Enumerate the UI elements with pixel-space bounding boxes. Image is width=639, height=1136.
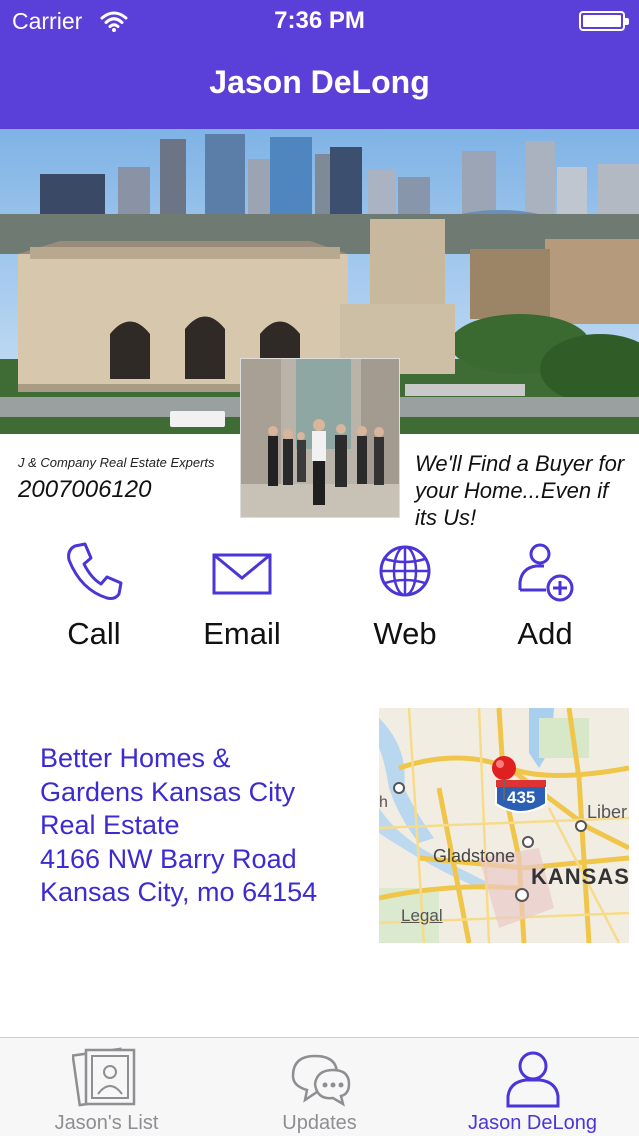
navigation-header: Carrier 7:36 PM Jason DeLong xyxy=(0,0,639,129)
map-label-h: h xyxy=(379,794,388,811)
email-button[interactable]: Email xyxy=(172,538,312,668)
address-line: Kansas City, mo 64154 xyxy=(40,877,318,907)
tab-label: Jason DeLong xyxy=(468,1112,597,1134)
clock-label: 7:36 PM xyxy=(274,7,365,34)
slogan-text: We'll Find a Buyer for your Home...Even … xyxy=(415,451,625,530)
location-map[interactable]: 435 h Liber Gladstone KANSAS Legal xyxy=(379,708,629,943)
address-line: Gardens Kansas City xyxy=(40,776,296,807)
action-row: Call Email Web Add xyxy=(0,538,639,668)
address-line: Better Homes & xyxy=(40,743,231,773)
tab-label: Jason's List xyxy=(54,1112,159,1134)
chat-bubbles-icon xyxy=(291,1054,350,1107)
address-line: 4166 NW Barry Road xyxy=(40,843,297,874)
globe-icon xyxy=(379,545,431,597)
map-label-gladstone: Gladstone xyxy=(433,846,516,866)
tab-bar: Jason's List Updates Jason DeLong xyxy=(0,1037,639,1136)
team-photo xyxy=(240,358,400,518)
phone-icon xyxy=(67,542,123,600)
tab-updates[interactable]: Updates xyxy=(213,1038,426,1136)
person-icon xyxy=(506,1051,559,1108)
battery-icon xyxy=(579,11,629,31)
map-label-kansas: KANSAS xyxy=(531,864,629,889)
photos-icon xyxy=(71,1047,135,1107)
add-contact-icon xyxy=(518,543,574,602)
tab-jasons-list[interactable]: Jason's List xyxy=(0,1038,213,1136)
phone-number[interactable]: 2007006120 xyxy=(18,476,151,504)
call-button[interactable]: Call xyxy=(24,538,164,668)
web-label: Web xyxy=(373,616,437,651)
email-label: Email xyxy=(203,616,281,651)
map-label-liberty: Liber xyxy=(587,802,628,822)
web-button[interactable]: Web xyxy=(335,538,475,668)
add-contact-button[interactable]: Add xyxy=(475,538,615,668)
map-legal-link[interactable]: Legal xyxy=(401,906,443,926)
call-label: Call xyxy=(67,616,121,651)
office-address[interactable]: Better Homes & Gardens Kansas City Real … xyxy=(40,742,370,910)
status-bar: Carrier 7:36 PM xyxy=(0,0,639,42)
address-line: Real Estate xyxy=(40,810,180,840)
tab-jason-delong[interactable]: Jason DeLong xyxy=(426,1038,639,1136)
highway-number: 435 xyxy=(507,788,536,807)
page-title: Jason DeLong xyxy=(209,64,430,100)
add-label: Add xyxy=(517,616,573,651)
tab-label: Updates xyxy=(282,1112,357,1134)
envelope-icon xyxy=(212,553,272,595)
company-name: J & Company Real Estate Experts xyxy=(18,455,215,470)
